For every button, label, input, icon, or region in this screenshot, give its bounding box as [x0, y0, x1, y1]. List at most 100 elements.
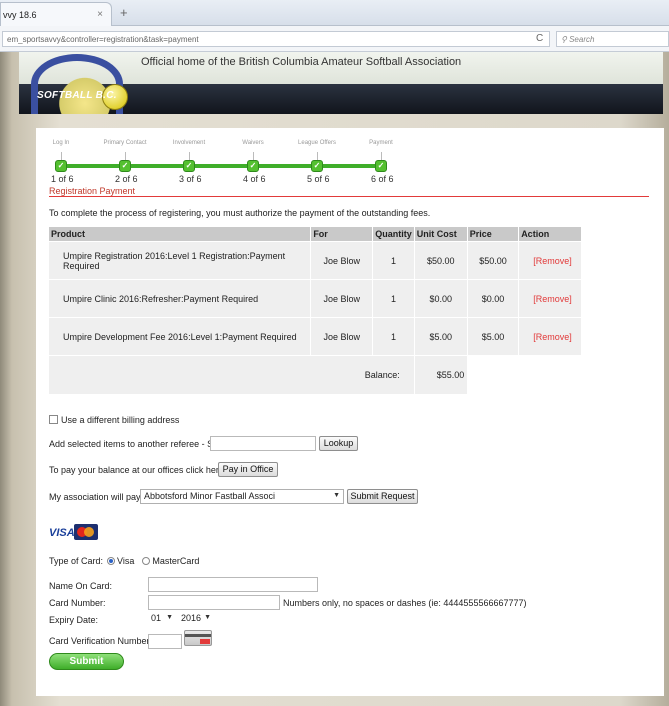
expiry-year-select[interactable]: 2016 ▼ — [178, 612, 214, 627]
card-stripe — [185, 634, 211, 637]
mastercard-logo — [74, 524, 98, 540]
search-placeholder: Search — [569, 35, 595, 44]
progress-bar — [61, 164, 386, 168]
column-header-unit-cost: Unit Cost — [414, 227, 468, 242]
card-number-input[interactable] — [148, 595, 280, 610]
product-cell: Umpire Clinic 2016:Refresher:Payment Req… — [49, 279, 312, 318]
card-type-label: Type of Card: — [49, 556, 104, 566]
unit-cost-cell: $0.00 — [414, 279, 468, 318]
balance-row: Balance: $55.00 — [49, 355, 582, 394]
for-cell: Joe Blow — [310, 241, 374, 280]
reload-icon[interactable]: C — [536, 33, 543, 44]
cvv-highlight — [200, 639, 210, 644]
pay-office-label: To pay your balance at our offices click… — [49, 465, 227, 475]
table-row: Umpire Development Fee 2016:Level 1:Paym… — [49, 317, 582, 356]
check-icon: ✓ — [55, 160, 67, 172]
visa-radio[interactable] — [107, 557, 116, 565]
step-label: Payment — [369, 140, 393, 146]
step-tick — [253, 152, 254, 160]
step-number: 6 of 6 — [371, 174, 394, 184]
price-cell: $5.00 — [467, 317, 520, 356]
site-logo[interactable]: SOFTBALL B.C. — [37, 90, 117, 101]
association-label: My association will pay: — [49, 492, 144, 502]
visa-option-label: Visa — [117, 556, 135, 566]
step-number: 2 of 6 — [115, 174, 138, 184]
remove-link[interactable]: [Remove] — [518, 279, 582, 318]
intro-text: To complete the process of registering, … — [49, 208, 431, 218]
expiry-month-value: 01 — [151, 613, 162, 623]
address-bar[interactable]: em_sportsavvy&controller=registration&ta… — [2, 31, 550, 47]
site-tagline: Official home of the British Columbia Am… — [141, 56, 462, 68]
different-billing-checkbox[interactable] — [49, 415, 58, 424]
remove-link[interactable]: [Remove] — [518, 241, 582, 280]
submit-request-button[interactable]: Submit Request — [347, 489, 418, 504]
column-header-quantity: Quantity — [372, 227, 415, 242]
unit-cost-cell: $50.00 — [414, 241, 468, 280]
lookup-button[interactable]: Lookup — [319, 436, 358, 451]
step-label: League Offers — [298, 140, 336, 146]
mastercard-yellow-circle-icon — [84, 527, 94, 537]
site-header: SOFTBALL B.C. Official home of the Briti… — [19, 52, 663, 114]
browser-tab[interactable]: vvy 18.6 × — [0, 2, 112, 26]
quantity-cell: 1 — [372, 279, 415, 318]
step-label: Waivers — [242, 140, 264, 146]
check-icon: ✓ — [311, 160, 323, 172]
dropdown-arrow-icon: ▼ — [333, 492, 340, 499]
search-icon: ⚲ — [561, 35, 567, 44]
quantity-cell: 1 — [372, 317, 415, 356]
balance-label: Balance: — [49, 355, 415, 394]
step-number: 4 of 6 — [243, 174, 266, 184]
step-tick — [381, 152, 382, 160]
quantity-cell: 1 — [372, 241, 415, 280]
product-cell: Umpire Development Fee 2016:Level 1:Paym… — [49, 317, 312, 356]
mastercard-option-label: MasterCard — [152, 556, 200, 566]
empty-cell — [467, 355, 520, 394]
expiry-year-value: 2016 — [181, 613, 202, 623]
submit-payment-button[interactable]: Submit — [49, 653, 124, 670]
sbc-number-input[interactable] — [210, 436, 316, 451]
empty-cell — [518, 355, 582, 394]
pay-in-office-button[interactable]: Pay in Office — [218, 462, 278, 477]
section-divider — [49, 196, 649, 197]
table-row: Umpire Registration 2016:Level 1 Registr… — [49, 241, 582, 280]
expiry-month-select[interactable]: 01 ▼ — [148, 612, 176, 627]
visa-logo: VISA — [49, 527, 75, 539]
unit-cost-cell: $5.00 — [414, 317, 468, 356]
step-tick — [125, 152, 126, 160]
card-number-hint: Numbers only, no spaces or dashes (ie: 4… — [283, 598, 527, 608]
step-tick — [189, 152, 190, 160]
column-header-price: Price — [467, 227, 520, 242]
name-on-card-input[interactable] — [148, 577, 318, 592]
close-tab-icon[interactable]: × — [97, 9, 103, 20]
step-label: Involvement — [172, 140, 206, 146]
step-tick — [61, 152, 62, 160]
association-select[interactable]: Abbotsford Minor Fastball Associ ▼ — [140, 489, 344, 504]
browser-search-input[interactable]: ⚲ Search — [556, 31, 669, 47]
order-table: Product For Quantity Unit Cost Price Act… — [49, 227, 582, 394]
expiry-date-label: Expiry Date: — [49, 615, 99, 625]
check-icon: ✓ — [375, 160, 387, 172]
card-number-label: Card Number: — [49, 598, 106, 608]
name-on-card-label: Name On Card: — [49, 581, 113, 591]
product-cell: Umpire Registration 2016:Level 1 Registr… — [49, 241, 312, 280]
different-billing-row: Use a different billing address — [49, 415, 179, 425]
table-header-row: Product For Quantity Unit Cost Price Act… — [49, 227, 582, 242]
check-icon: ✓ — [247, 160, 259, 172]
card-type-row: Type of Card: Visa MasterCard — [49, 556, 199, 566]
new-tab-icon[interactable]: + — [120, 5, 128, 20]
column-header-for: For — [310, 227, 374, 242]
add-items-label: Add selected items to another referee - … — [49, 439, 234, 449]
tab-bar: vvy 18.6 × + — [0, 0, 669, 26]
price-cell: $50.00 — [467, 241, 520, 280]
mastercard-radio[interactable] — [142, 557, 151, 565]
cvv-label: Card Verification Number: — [49, 636, 153, 646]
step-number: 3 of 6 — [179, 174, 202, 184]
dropdown-arrow-icon: ▼ — [204, 614, 211, 621]
remove-link[interactable]: [Remove] — [518, 317, 582, 356]
step-number: 1 of 6 — [51, 174, 74, 184]
table-row: Umpire Clinic 2016:Refresher:Payment Req… — [49, 279, 582, 318]
check-icon: ✓ — [119, 160, 131, 172]
section-title: Registration Payment — [49, 186, 136, 196]
association-selected: Abbotsford Minor Fastball Associ — [144, 491, 276, 501]
cvv-input[interactable] — [148, 634, 182, 649]
